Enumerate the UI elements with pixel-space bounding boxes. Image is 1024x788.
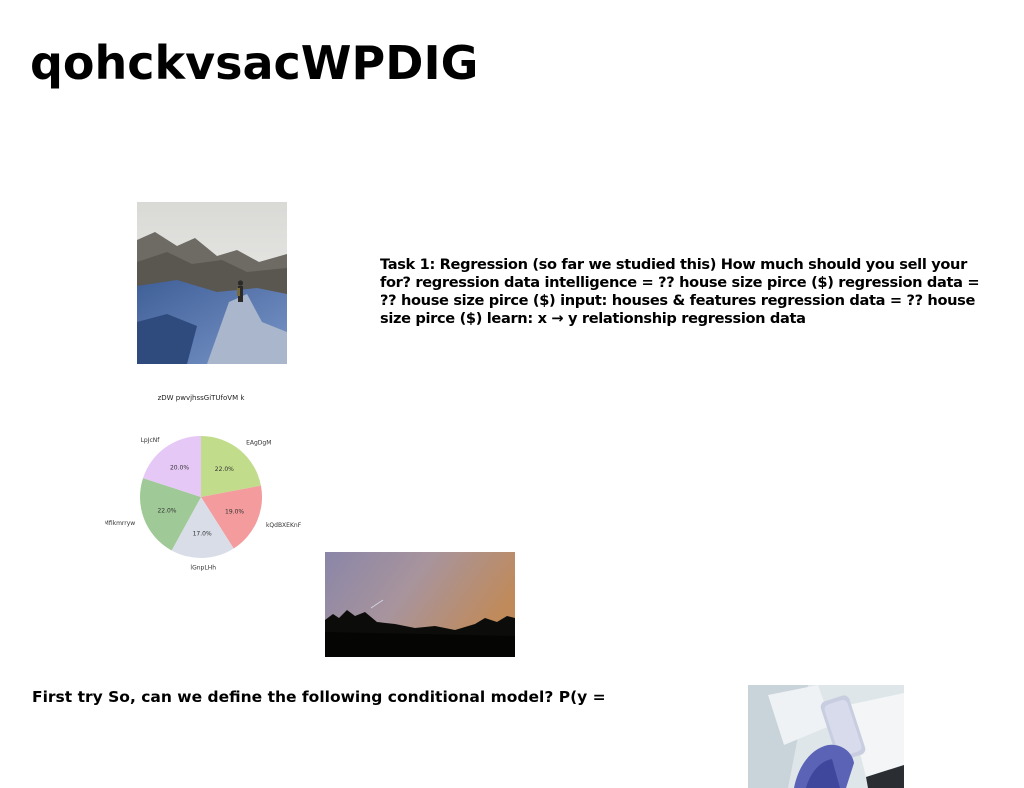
pie-category-label-kQdBXEKnF: kQdBXEKnF — [266, 522, 302, 529]
task-description: Task 1: Regression (so far we studied th… — [380, 256, 980, 327]
pie-pct-label-LpJcNf: 20.0% — [170, 464, 189, 471]
mountain-hiker-photo — [137, 202, 287, 364]
pie-category-label-LpJcNf: LpJcNf — [141, 437, 161, 444]
pie-chart-title: zDW pwvjhssGiTUfoVM k — [158, 394, 246, 402]
conditional-model-question: First try So, can we define the followin… — [32, 688, 606, 706]
pie-pct-label-lGnpLHh: 17.0% — [193, 531, 212, 538]
slide-title: qohckvsacWPDIG — [30, 36, 479, 90]
pie-pct-label-Mfikmrryw: 22.0% — [157, 507, 176, 514]
pie-category-label-Mfikmrryw: Mfikmrryw — [105, 520, 135, 527]
skincare-bottle-photo — [748, 685, 904, 788]
pie-pct-label-EAgDgM: 22.0% — [215, 466, 234, 473]
pie-pct-label-kQdBXEKnF: 19.0% — [225, 509, 244, 516]
pie-chart: zDW pwvjhssGiTUfoVM k 22.0% EAgDgM 19.0% kQ… — [105, 394, 302, 572]
pie-category-label-lGnpLHh: lGnpLHh — [190, 565, 216, 572]
pie-category-label-EAgDgM: EAgDgM — [246, 439, 271, 446]
night-sky-forest-photo — [325, 552, 515, 657]
